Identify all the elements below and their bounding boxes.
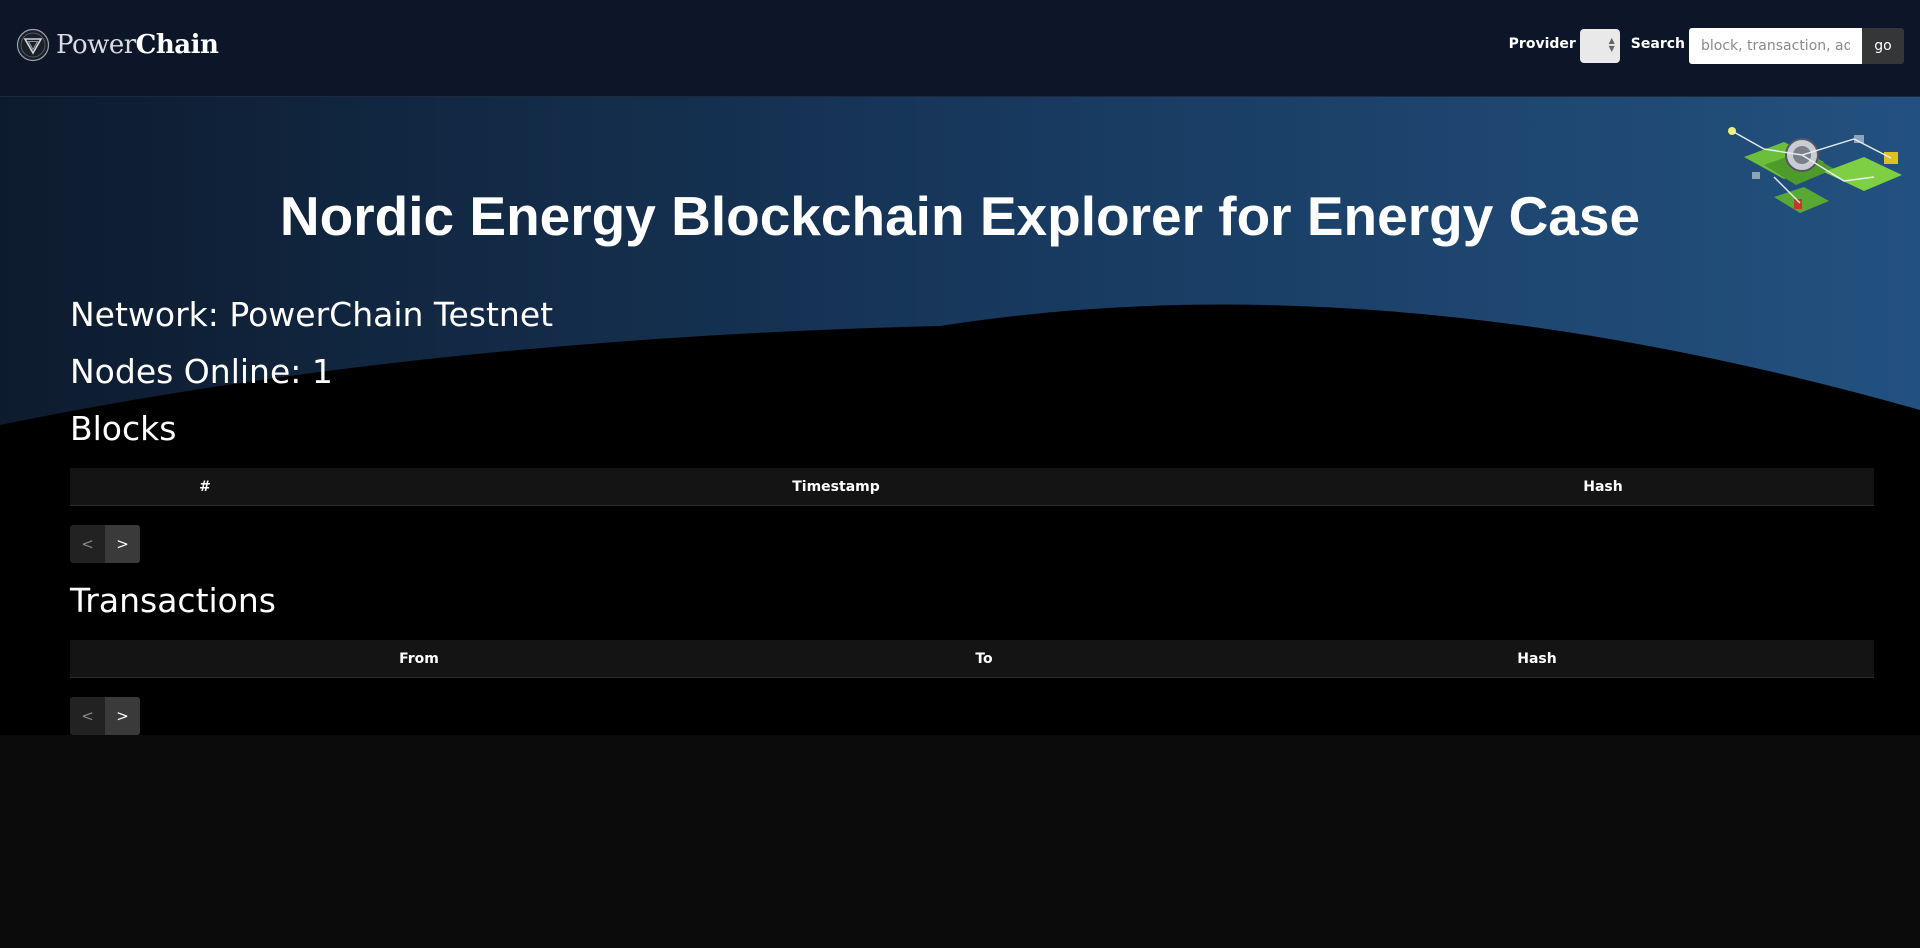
transactions-pager: < > bbox=[70, 697, 140, 735]
blocks-pager: < > bbox=[70, 525, 140, 563]
transactions-table-header: From To Hash bbox=[70, 640, 1874, 678]
brand-name-light: Power bbox=[56, 30, 136, 60]
blocks-col-hash: Hash bbox=[1583, 478, 1623, 495]
blocks-col-timestamp: Timestamp bbox=[792, 478, 880, 495]
blocks-heading: Blocks bbox=[70, 409, 177, 448]
network-info: Network: PowerChain Testnet bbox=[70, 295, 554, 334]
hero-section: Nordic Energy Blockchain Explorer for En… bbox=[0, 97, 1920, 735]
nodes-online-info: Nodes Online: 1 bbox=[70, 352, 333, 391]
search-input[interactable] bbox=[1689, 28, 1862, 64]
provider-label: Provider bbox=[1508, 36, 1576, 52]
brand-name: PowerChain bbox=[56, 30, 219, 60]
top-navbar: PowerChain Provider ▲▼ Search go bbox=[0, 0, 1920, 97]
transactions-col-from: From bbox=[399, 650, 439, 667]
blocks-next-button[interactable]: > bbox=[105, 525, 140, 563]
transactions-col-to: To bbox=[975, 650, 993, 667]
blocks-table-header: # Timestamp Hash bbox=[70, 468, 1874, 506]
page-title: Nordic Energy Blockchain Explorer for En… bbox=[279, 185, 1641, 247]
transactions-heading: Transactions bbox=[70, 581, 276, 620]
provider-select[interactable]: ▲ ▼ bbox=[1579, 29, 1620, 63]
transactions-prev-button[interactable]: < bbox=[70, 697, 105, 735]
select-arrows-icon: ▲ ▼ bbox=[1608, 36, 1615, 53]
search-label: Search bbox=[1630, 36, 1685, 52]
brand-logo-link[interactable]: PowerChain bbox=[16, 28, 219, 62]
blocks-prev-button[interactable]: < bbox=[70, 525, 105, 563]
search-go-button[interactable]: go bbox=[1862, 28, 1904, 64]
brand-name-bold: Chain bbox=[135, 30, 219, 60]
transactions-next-button[interactable]: > bbox=[105, 697, 140, 735]
blocks-col-number: # bbox=[199, 478, 211, 495]
powerchain-logo-icon bbox=[16, 28, 50, 62]
transactions-col-hash: Hash bbox=[1517, 650, 1557, 667]
nav-controls: Provider ▲▼ Search go bbox=[1509, 28, 1904, 64]
